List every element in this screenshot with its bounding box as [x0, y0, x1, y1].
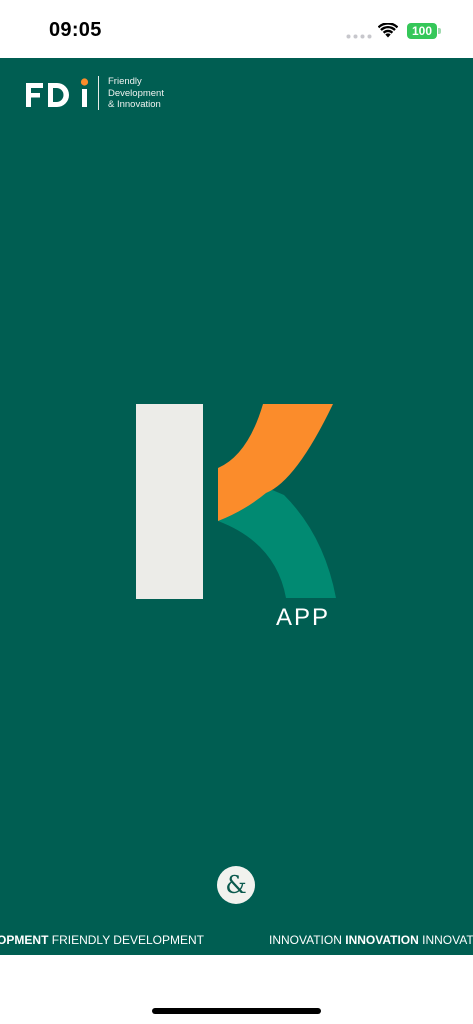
- splash-screen: Friendly Development & Innovation APP EV…: [0, 58, 473, 955]
- fdi-wordmark-icon: [26, 78, 89, 107]
- battery-nub: [438, 28, 441, 34]
- status-time: 09:05: [49, 19, 102, 41]
- fdi-tagline: Friendly Development & Innovation: [108, 76, 164, 111]
- ampersand-glyph: &: [225, 871, 247, 899]
- wifi-icon: [378, 23, 398, 38]
- marquee-strip: EVELOPMENT FRIENDLY DEVELOPMENT INNOVATI…: [0, 925, 473, 955]
- marquee-right-regular-2: INNOVATIO: [422, 933, 473, 947]
- battery-level: 100: [411, 24, 433, 38]
- home-indicator[interactable]: [152, 1008, 321, 1014]
- status-bar: 09:05 100: [0, 0, 473, 58]
- ampersand-badge: &: [217, 866, 255, 904]
- k-app-logo: [136, 404, 336, 599]
- marquee-right-bold: INNOVATION: [345, 933, 419, 947]
- battery-icon: 100: [407, 23, 437, 39]
- marquee-left-regular: FRIENDLY DEVELOPMENT: [48, 933, 204, 947]
- marquee-right-text: INNOVATION INNOVATION INNOVATIO: [269, 933, 473, 947]
- home-area: [0, 955, 473, 1024]
- tagline-line-2: Development: [108, 87, 164, 99]
- marquee-left-text: EVELOPMENT FRIENDLY DEVELOPMENT: [0, 933, 204, 947]
- signal-dots-icon: [346, 34, 372, 39]
- tagline-line-3: & Innovation: [108, 99, 161, 110]
- k-stem: [136, 404, 203, 599]
- marquee-right-regular-1: INNOVATION: [269, 933, 346, 947]
- fdi-logo: Friendly Development & Innovation: [26, 76, 186, 110]
- marquee-left-bold: EVELOPMENT: [0, 933, 49, 947]
- app-label: APP: [276, 604, 331, 631]
- tagline-line-1: Friendly: [108, 76, 142, 87]
- logo-divider: [98, 76, 99, 110]
